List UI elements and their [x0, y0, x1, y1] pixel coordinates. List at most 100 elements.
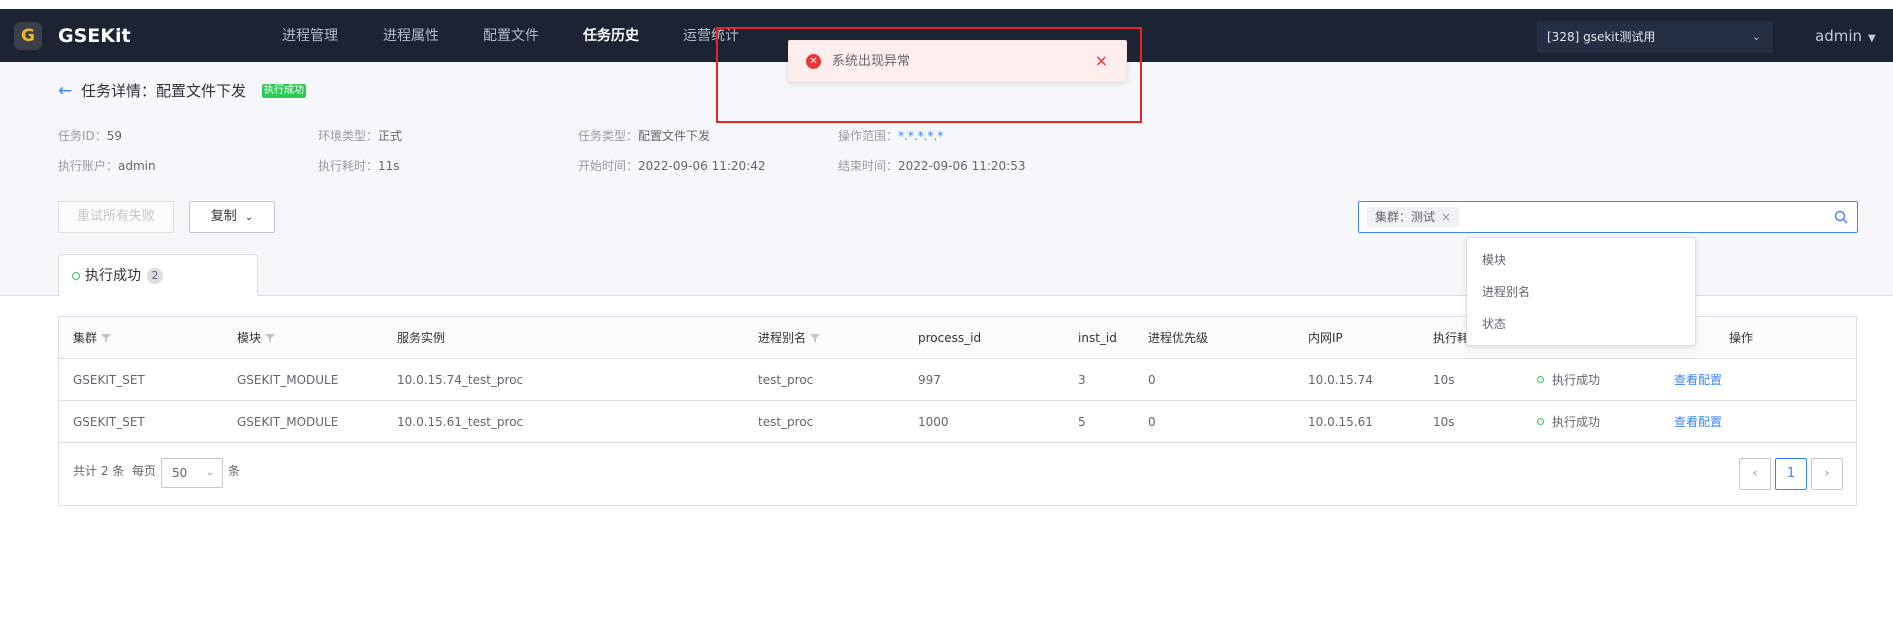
- cell-process-alias: test_proc: [758, 373, 814, 387]
- cell-exec-time: 10s: [1433, 415, 1455, 429]
- filter-icon[interactable]: [101, 333, 112, 343]
- info-label: 开始时间：: [578, 159, 639, 173]
- pager-total: 共计 2 条: [73, 464, 125, 478]
- tab-label: 执行成功: [85, 268, 141, 284]
- info-value: 2022-09-06 11:20:42: [638, 159, 766, 173]
- cell-exec-time: 10s: [1433, 373, 1455, 387]
- status-badge: 执行成功: [262, 84, 306, 98]
- tag-close-icon[interactable]: ×: [1441, 210, 1451, 224]
- gsekit-logo-icon[interactable]: G: [14, 22, 42, 50]
- cell-service-instance: 10.0.15.61_test_proc: [397, 415, 524, 429]
- column-header-module: 模块: [237, 317, 276, 359]
- view-config-link[interactable]: 查看配置: [1674, 401, 1722, 443]
- info-label: 执行耗时：: [318, 159, 379, 173]
- info-value: admin: [118, 159, 156, 173]
- info-label: 执行账户：: [58, 159, 119, 173]
- nav-item-process-manage[interactable]: 进程管理: [282, 26, 338, 46]
- cell-inst-id: 3: [1078, 373, 1086, 387]
- success-dot-icon: [1537, 418, 1544, 425]
- brand-name[interactable]: GSEKit: [58, 22, 131, 50]
- dropdown-item-status[interactable]: 状态: [1482, 314, 1506, 334]
- info-value: 11s: [378, 159, 400, 173]
- cell-inner-ip: 10.0.15.61: [1308, 415, 1373, 429]
- column-header-process-alias: 进程别名: [758, 317, 821, 359]
- status-text: 执行成功: [1552, 415, 1601, 429]
- cell-module: GSEKIT_MODULE: [237, 415, 339, 429]
- search-tag-label: 集群：测试: [1375, 210, 1436, 224]
- column-header-operation: 操作: [1729, 331, 1754, 345]
- nav-item-config-file[interactable]: 配置文件: [483, 26, 539, 46]
- success-dot-icon: [1537, 376, 1544, 383]
- column-header-label: 模块: [237, 331, 262, 345]
- copy-button[interactable]: 复制 ⌄: [189, 201, 275, 233]
- info-exec-account: 执行账户：admin: [58, 157, 156, 175]
- chevron-down-icon: ⌄: [205, 467, 214, 478]
- column-header-label: 进程别名: [758, 331, 807, 345]
- cell-cluster: GSEKIT_SET: [73, 415, 145, 429]
- pager-page-button[interactable]: 1: [1775, 458, 1807, 490]
- nav-item-task-history[interactable]: 任务历史: [583, 26, 639, 46]
- cell-inst-id: 5: [1078, 415, 1086, 429]
- info-label: 操作范围：: [838, 129, 899, 143]
- top-strip: [0, 0, 1893, 9]
- cell-process-alias: test_proc: [758, 415, 814, 429]
- dropdown-item-module[interactable]: 模块: [1482, 250, 1506, 270]
- back-arrow-icon[interactable]: ←: [58, 81, 72, 101]
- info-label: 任务类型：: [578, 129, 639, 143]
- cell-inner-ip: 10.0.15.74: [1308, 373, 1373, 387]
- caret-down-icon: ▼: [1868, 33, 1876, 44]
- pager-prev-button[interactable]: ‹: [1739, 458, 1771, 490]
- page: G GSEKit 进程管理 进程属性 配置文件 任务历史 运营统计 [328] …: [0, 0, 1893, 618]
- dropdown-item-process-alias[interactable]: 进程别名: [1482, 282, 1530, 302]
- pager-per-page-label: 每页: [132, 464, 157, 478]
- page-size-select[interactable]: 50 ⌄: [161, 458, 223, 488]
- column-header-priority: 进程优先级: [1148, 331, 1209, 345]
- scope-link[interactable]: *.*.*.*.*: [898, 129, 943, 143]
- tab-success[interactable]: 执行成功 2: [58, 254, 258, 296]
- retry-all-failed-button[interactable]: 重试所有失败: [58, 201, 174, 233]
- nav-item-process-attr[interactable]: 进程属性: [383, 26, 439, 46]
- business-select-value: [328] gsekit测试用: [1547, 30, 1656, 44]
- highlight-box: [716, 27, 1142, 123]
- info-label: 环境类型：: [318, 129, 379, 143]
- cell-module: GSEKIT_MODULE: [237, 373, 339, 387]
- column-header-inner-ip: 内网IP: [1308, 331, 1343, 345]
- chevron-down-icon: ⌄: [244, 212, 254, 223]
- cell-priority: 0: [1148, 415, 1156, 429]
- column-header-process-id: process_id: [918, 331, 982, 345]
- view-config-link[interactable]: 查看配置: [1674, 359, 1722, 401]
- column-header-service-instance: 服务实例: [397, 331, 446, 345]
- status-text: 执行成功: [1552, 373, 1601, 387]
- search-icon[interactable]: [1834, 210, 1848, 224]
- chevron-down-icon: ⌄: [1751, 30, 1761, 43]
- filter-icon[interactable]: [265, 333, 276, 343]
- info-task-type: 任务类型：配置文件下发: [578, 127, 710, 145]
- info-duration: 执行耗时：11s: [318, 157, 400, 175]
- column-header-cluster: 集群: [73, 317, 112, 359]
- cell-cluster: GSEKIT_SET: [73, 373, 145, 387]
- info-value: 配置文件下发: [638, 129, 711, 143]
- info-label: 结束时间：: [838, 159, 899, 173]
- info-end-time: 结束时间：2022-09-06 11:20:53: [838, 157, 1025, 175]
- success-dot-icon: [72, 272, 80, 280]
- search-tag[interactable]: 集群：测试 ×: [1367, 207, 1460, 227]
- search-input[interactable]: 集群：测试 ×: [1358, 201, 1858, 233]
- cell-process-id: 997: [918, 373, 941, 387]
- info-value: 2022-09-06 11:20:53: [898, 159, 1026, 173]
- business-select[interactable]: [328] gsekit测试用 ⌄: [1537, 21, 1773, 53]
- page-title: 任务详情：配置文件下发: [81, 82, 247, 100]
- info-task-id: 任务ID：59: [58, 127, 122, 145]
- pager-next-button[interactable]: ›: [1811, 458, 1843, 490]
- pager-unit-label: 条: [228, 464, 241, 478]
- user-name: admin: [1815, 27, 1862, 45]
- search-suggestion-dropdown: 模块 进程别名 状态: [1466, 237, 1696, 346]
- table-row: GSEKIT_SET GSEKIT_MODULE 10.0.15.61_test…: [59, 401, 1856, 443]
- user-menu[interactable]: admin ▼: [1815, 26, 1876, 49]
- cell-service-instance: 10.0.15.74_test_proc: [397, 373, 524, 387]
- column-header-exec-time: 执行耗: [1433, 331, 1470, 345]
- info-value: 59: [106, 129, 123, 143]
- info-start-time: 开始时间：2022-09-06 11:20:42: [578, 157, 765, 175]
- cell-status: 执行成功: [1537, 359, 1600, 401]
- info-value: 正式: [378, 129, 403, 143]
- filter-icon[interactable]: [810, 333, 821, 343]
